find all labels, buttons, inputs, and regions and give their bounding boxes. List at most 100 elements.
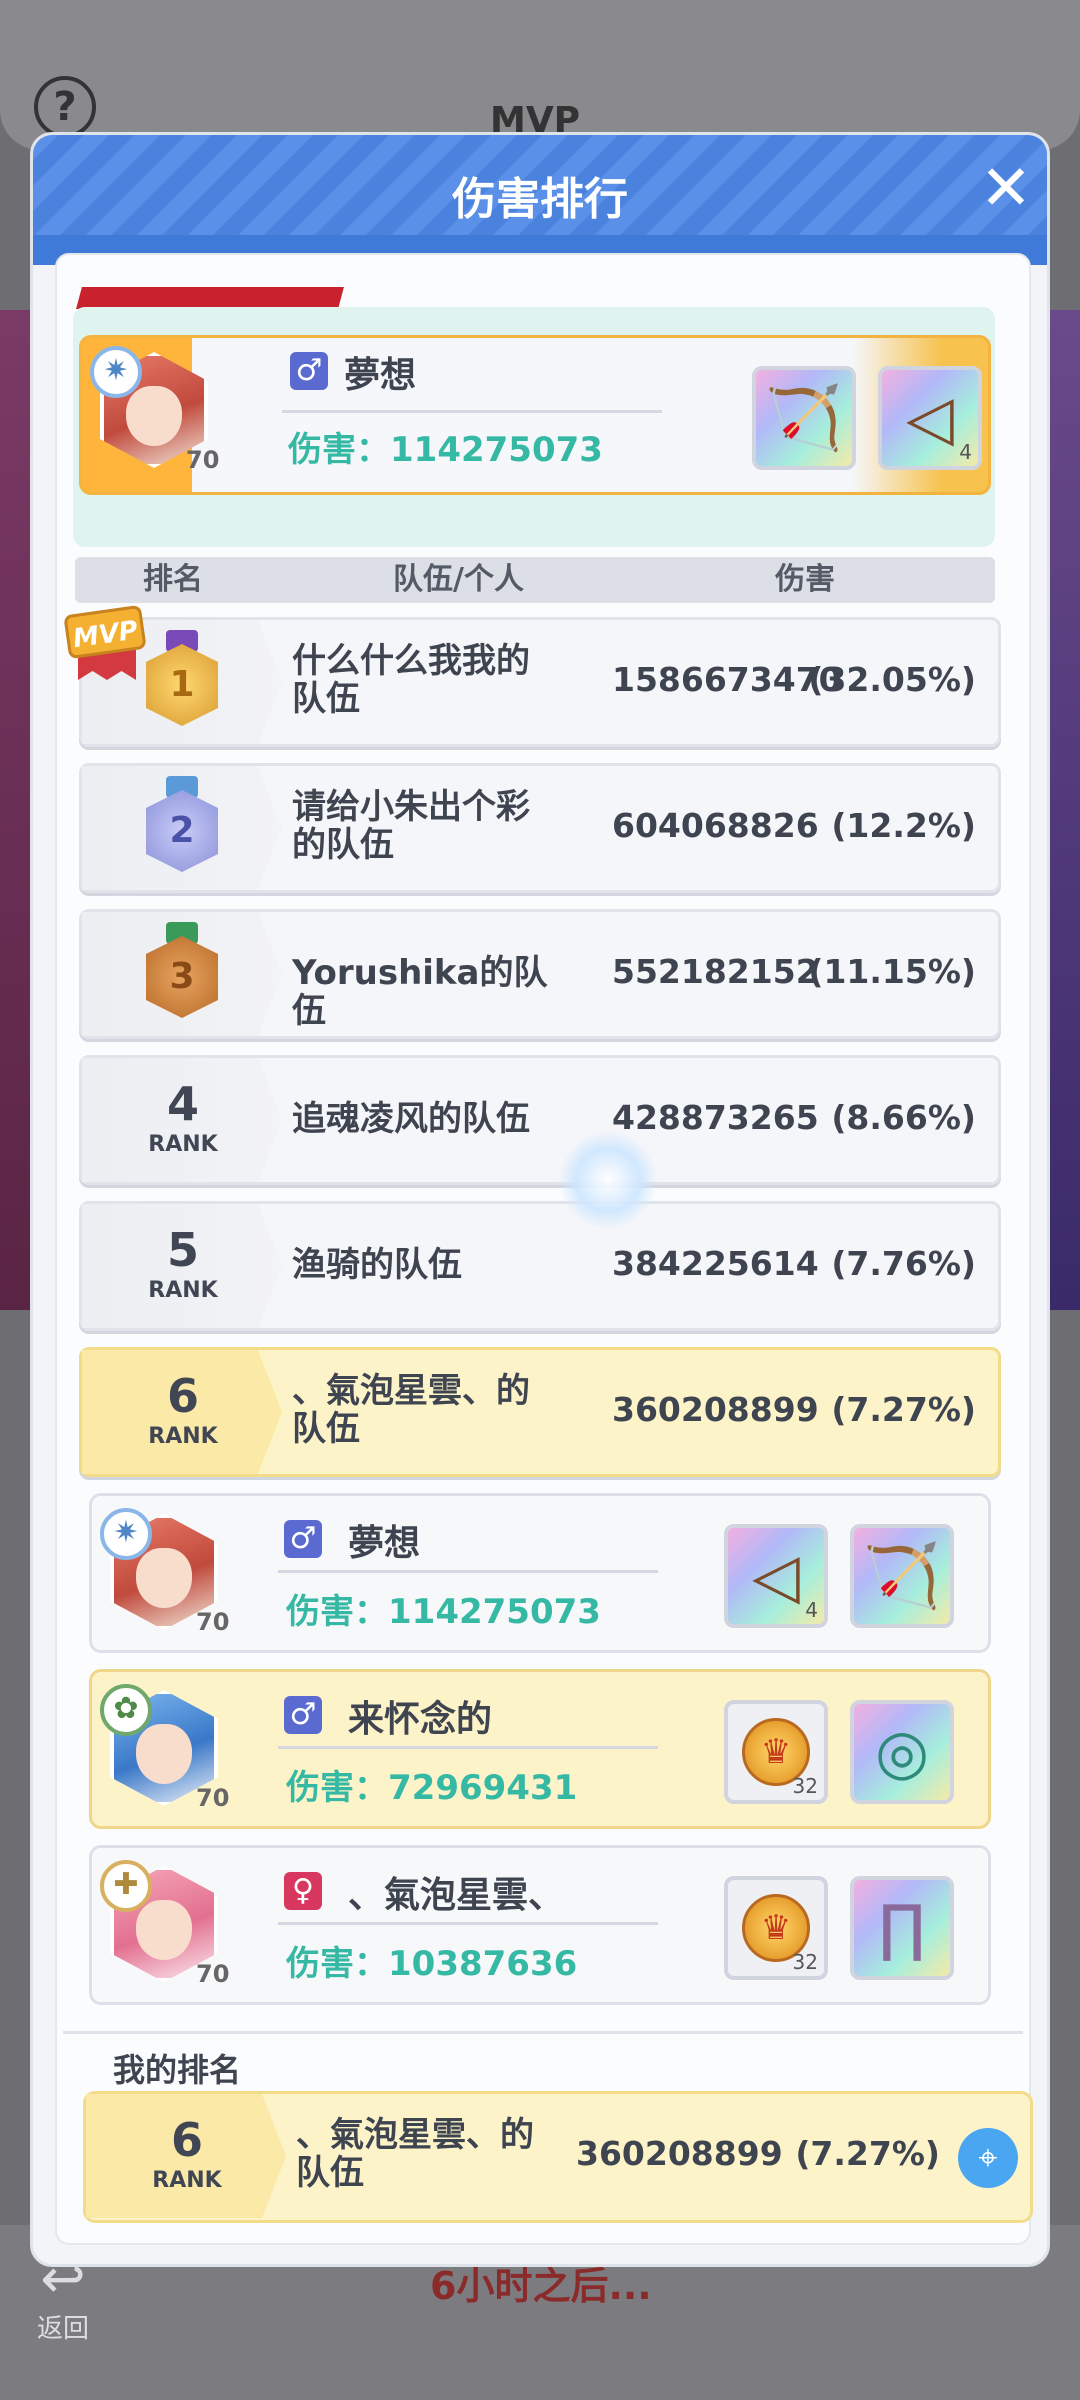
pants-icon: ∏ <box>878 1891 926 1964</box>
header-rank: 排名 <box>143 562 203 597</box>
rank-label: RANK <box>148 1132 218 1157</box>
ranking-row-selected[interactable]: 6 RANK 、氣泡星雲、的队伍 360208899 (7.27%) <box>79 1347 1001 1477</box>
male-icon: ♂ <box>284 1520 322 1558</box>
member-avatar[interactable]: ✚ 70 <box>100 1860 230 1988</box>
team-name: 什么什么我我的队伍 <box>292 641 530 719</box>
member-damage: 伤害：10387636 <box>286 1944 578 1984</box>
bow-icon: 🏹 <box>863 1539 941 1612</box>
ranking-row[interactable]: MVP 1 什么什么我我的队伍 1586673470 (32.05%) <box>63 604 1001 747</box>
team-member-card[interactable]: ✿ 70 ♂ 来怀念的 伤害：72969431 ♛ 32 ◎ <box>89 1669 991 1829</box>
equipment-slot[interactable]: ◁ 4 <box>878 366 982 470</box>
team-percent: (7.27%) <box>831 1390 976 1429</box>
team-damage: 428873265 <box>612 1098 819 1137</box>
equipment-slot[interactable]: ♛ 32 <box>724 1700 828 1804</box>
ranking-row[interactable]: 3 Yorushika的队伍 552182152 (11.15%) <box>79 909 1001 1039</box>
team-member-card[interactable]: ✚ 70 ♀ 、氣泡星雲、 伤害：10387636 ♛ 32 ∏ <box>89 1845 991 2005</box>
rank-label: RANK <box>152 2168 222 2193</box>
member-damage: 伤害：114275073 <box>286 1592 601 1632</box>
team-percent: (11.15%) <box>808 952 976 991</box>
team-damage: 384225614 <box>612 1244 819 1283</box>
mvp-red-banner <box>76 287 344 309</box>
class-emblem-icon: ✷ <box>100 1508 152 1560</box>
name-divider <box>278 1746 658 1749</box>
female-icon: ♀ <box>284 1872 322 1910</box>
touch-glow-effect <box>558 1130 658 1230</box>
member-avatar[interactable]: ✿ 70 <box>100 1684 230 1812</box>
equipment-slot[interactable]: 🏹 <box>850 1524 954 1628</box>
team-name: 请给小朱出个彩的队伍 <box>292 787 530 865</box>
equipment-count: 32 <box>792 1950 818 1974</box>
section-divider <box>63 2031 1023 2034</box>
ring-icon: ◎ <box>874 1715 930 1788</box>
rank-number: 6 <box>170 2113 203 2167</box>
equipment-count: 4 <box>959 440 972 464</box>
team-percent: (12.2%) <box>831 806 976 845</box>
male-icon: ♂ <box>290 352 328 390</box>
member-name: 来怀念的 <box>348 1699 493 1740</box>
ranking-row[interactable]: 2 请给小朱出个彩的队伍 604068826 (12.2%) <box>79 763 1001 893</box>
equipment-slot[interactable]: ◎ <box>850 1700 954 1804</box>
rank-label: RANK <box>148 1424 218 1449</box>
member-damage: 伤害：72969431 <box>286 1768 578 1808</box>
equipment-slot[interactable]: 🏹 <box>752 366 856 470</box>
locate-icon[interactable]: ⌖ <box>958 2128 1018 2188</box>
mvp-badge: MVP <box>63 604 147 660</box>
equipment-count: 32 <box>792 1774 818 1798</box>
team-damage: 552182152 <box>612 952 819 991</box>
my-rank-label: 我的排名 <box>113 2051 242 2089</box>
team-damage: 604068826 <box>612 806 819 845</box>
player-level: 70 <box>196 1960 230 1988</box>
equipment-count: 4 <box>805 1598 818 1622</box>
team-name: 、氣泡星雲、的队伍 <box>292 1371 530 1449</box>
class-emblem-icon: ✿ <box>100 1684 152 1736</box>
team-member-card[interactable]: ✷ 70 ♂ 夢想 伤害：114275073 ◁ 4 🏹 <box>89 1493 991 1653</box>
rank-number: 4 <box>166 1077 199 1131</box>
equipment-slot[interactable]: ♛ 32 <box>724 1876 828 1980</box>
rank-number: 6 <box>166 1369 199 1423</box>
mvp-damage: 伤害：114275073 <box>288 430 603 470</box>
ranking-row[interactable]: 4 RANK 追魂凌风的队伍 428873265 (8.66%) <box>79 1055 1001 1185</box>
name-divider <box>282 410 662 413</box>
ranking-row[interactable]: 5 RANK 渔骑的队伍 384225614 (7.76%) <box>79 1201 1001 1331</box>
help-icon[interactable]: ? <box>34 76 96 138</box>
name-divider <box>278 1922 658 1925</box>
ranking-table-header: 排名 队伍/个人 伤害 <box>75 557 995 603</box>
male-icon: ♂ <box>284 1696 322 1734</box>
close-icon[interactable]: ✕ <box>973 157 1039 223</box>
bow-icon: 🏹 <box>765 381 843 454</box>
back-label: 返回 <box>36 2314 89 2344</box>
equipment-slot[interactable]: ◁ 4 <box>724 1524 828 1628</box>
mvp-avatar[interactable]: ✷ 70 <box>90 346 220 474</box>
modal-title: 伤害排行 <box>452 174 628 225</box>
player-level: 70 <box>196 1608 230 1636</box>
header-team: 队伍/个人 <box>393 562 524 597</box>
member-avatar[interactable]: ✷ 70 <box>100 1508 230 1636</box>
team-damage: 360208899 <box>612 1390 819 1429</box>
background-left-strip <box>0 310 30 1310</box>
team-percent: (32.05%) <box>808 660 976 699</box>
team-name: 、氣泡星雲、的队伍 <box>296 2115 534 2193</box>
rank-number: 5 <box>166 1223 199 1277</box>
team-percent: (8.66%) <box>831 1098 976 1137</box>
member-name: 夢想 <box>348 1523 421 1564</box>
team-percent: (7.76%) <box>831 1244 976 1283</box>
member-name: 、氣泡星雲、 <box>348 1875 565 1916</box>
player-level: 70 <box>186 446 220 474</box>
mvp-player-card[interactable]: ✷ 70 ♂ 夢想 伤害：114275073 🏹 ◁ 4 <box>79 335 991 495</box>
team-percent: (7.27%) <box>795 2134 940 2173</box>
equipment-slot[interactable]: ∏ <box>850 1876 954 1980</box>
class-emblem-icon: ✚ <box>100 1860 152 1912</box>
my-rank-row[interactable]: 6 RANK 、氣泡星雲、的队伍 360208899 (7.27%) ⌖ <box>83 2091 1033 2223</box>
mvp-player-name: 夢想 <box>344 355 417 396</box>
team-damage: 1586673470 <box>612 660 842 699</box>
team-name: 追魂凌风的队伍 <box>292 1099 530 1139</box>
team-name: Yorushika的队伍 <box>292 953 548 1031</box>
team-damage: 360208899 <box>576 2134 783 2173</box>
damage-ranking-modal: 伤害排行 ✕ ✷ 70 ♂ 夢想 伤害：114275073 🏹 ◁ 4 排名 队… <box>30 132 1050 2267</box>
class-emblem-icon: ✷ <box>90 346 142 398</box>
rank-label: RANK <box>148 1278 218 1303</box>
name-divider <box>278 1570 658 1573</box>
header-damage: 伤害 <box>775 562 835 597</box>
player-level: 70 <box>196 1784 230 1812</box>
team-name: 渔骑的队伍 <box>292 1245 462 1285</box>
